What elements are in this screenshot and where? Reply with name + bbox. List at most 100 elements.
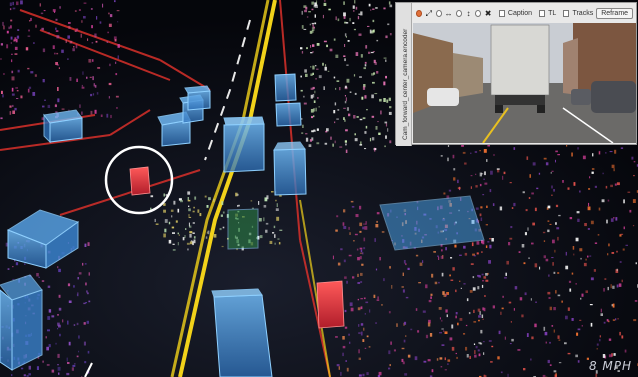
lidar-point <box>335 229 338 232</box>
lidar-point <box>384 121 388 124</box>
lidar-point <box>16 35 20 39</box>
lidar-point <box>57 353 60 358</box>
lidar-point <box>11 87 14 92</box>
lidar-point <box>502 175 504 180</box>
mode-radio-icon[interactable] <box>455 9 462 17</box>
tracks-checkbox[interactable] <box>563 9 570 17</box>
lidar-point <box>309 139 312 142</box>
lidar-point <box>389 106 392 109</box>
camera-panel[interactable]: Cam_forward_center_camera.encoder ⤢ ↔ ↕ … <box>395 2 637 146</box>
lidar-point <box>326 44 328 48</box>
vehicle-box <box>223 116 265 173</box>
lidar-point <box>465 324 468 327</box>
lidar-scene[interactable]: 8 MPH Cam_forward_center_camera.encoder … <box>0 0 638 377</box>
lidar-point <box>531 242 534 245</box>
record-dot-icon[interactable] <box>416 9 423 17</box>
reframe-button[interactable]: Reframe <box>596 7 634 19</box>
lidar-point <box>557 335 560 339</box>
truck-wheel <box>537 105 545 113</box>
lidar-point <box>90 93 93 97</box>
horizontal-resize-icon[interactable]: ↔ <box>445 9 453 18</box>
lidar-point <box>77 292 79 297</box>
lidar-point <box>315 78 317 80</box>
lidar-point <box>68 25 71 29</box>
lidar-point <box>30 71 34 74</box>
lidar-point <box>87 350 90 354</box>
caption-checkbox[interactable] <box>498 9 505 17</box>
vertical-resize-icon[interactable]: ↕ <box>465 9 472 18</box>
lidar-point <box>359 118 363 121</box>
lidar-point <box>499 206 503 211</box>
lidar-point <box>173 200 176 205</box>
lidar-point <box>621 279 623 283</box>
lidar-point <box>353 240 355 242</box>
lidar-point <box>526 333 529 337</box>
lidar-point <box>342 222 345 226</box>
lidar-point <box>312 72 314 75</box>
lidar-point <box>606 219 608 224</box>
lidar-point <box>529 174 531 178</box>
lidar-point <box>543 255 546 259</box>
lidar-point <box>553 329 555 333</box>
lidar-point <box>633 175 635 177</box>
lidar-point <box>443 192 446 195</box>
lidar-point <box>317 97 319 99</box>
camera-topic-sidebar: Cam_forward_center_camera.encoder <box>396 3 412 146</box>
lidar-point <box>354 0 356 4</box>
lidar-point <box>315 65 317 67</box>
lidar-point <box>353 74 356 77</box>
lidar-point <box>496 168 500 170</box>
lidar-point <box>548 297 551 299</box>
lidar-point <box>206 205 209 208</box>
lidar-point <box>479 183 482 187</box>
lidar-point <box>109 14 113 18</box>
tl-checkbox[interactable] <box>539 9 546 17</box>
lidar-point <box>455 312 458 315</box>
lidar-point <box>312 44 315 47</box>
lidar-point <box>521 244 525 248</box>
lidar-point <box>375 224 379 228</box>
lidar-point <box>86 290 88 293</box>
lidar-point <box>462 151 466 154</box>
lidar-point <box>609 151 613 153</box>
lidar-point <box>375 268 378 271</box>
lidar-point <box>366 335 369 338</box>
lidar-point <box>587 206 591 211</box>
lidar-point <box>59 333 61 337</box>
lidar-point <box>581 293 584 297</box>
lidar-point <box>557 272 560 274</box>
lidar-point <box>590 277 594 281</box>
lidar-point <box>602 354 606 358</box>
lidar-point <box>314 14 316 18</box>
lidar-point <box>36 273 39 277</box>
lidar-point <box>482 318 484 320</box>
lidar-point <box>500 311 502 315</box>
lidar-point <box>301 10 303 15</box>
lidar-point <box>403 339 406 343</box>
mode-radio-icon[interactable] <box>435 9 442 17</box>
lidar-point <box>69 77 72 81</box>
lidar-point <box>318 75 322 79</box>
lidar-point <box>375 126 378 130</box>
lidar-point <box>208 197 211 201</box>
mode-radio-icon[interactable] <box>475 9 482 17</box>
lidar-point <box>184 235 186 239</box>
lidar-point <box>387 23 390 26</box>
lidar-point <box>370 9 372 11</box>
lidar-point <box>383 57 387 59</box>
fullscreen-icon[interactable]: ✖ <box>484 9 492 18</box>
lidar-point <box>360 54 363 58</box>
lidar-point <box>461 144 464 147</box>
lidar-point <box>47 329 50 332</box>
lidar-point <box>88 300 91 303</box>
expand-arrows-icon[interactable]: ⤢ <box>425 9 432 18</box>
lidar-point <box>388 367 391 370</box>
lidar-point <box>38 276 40 278</box>
lidar-point <box>349 17 351 22</box>
lidar-point <box>488 340 492 342</box>
lidar-point <box>116 10 120 12</box>
lidar-point <box>344 100 347 104</box>
camera-topic-label: Cam_forward_center_camera.encoder <box>402 28 409 140</box>
lidar-point <box>477 286 480 290</box>
lidar-point <box>333 110 336 114</box>
